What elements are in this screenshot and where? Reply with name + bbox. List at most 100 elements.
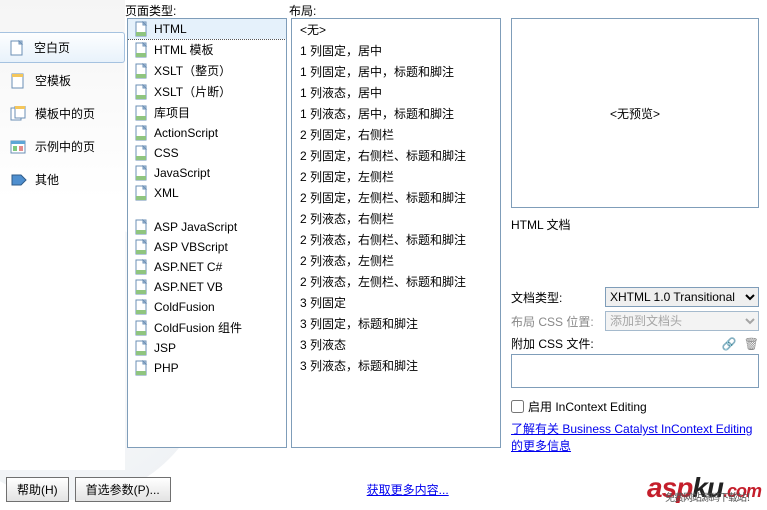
layout-item[interactable]: 3 列固定 [292, 292, 500, 313]
layout-item[interactable]: 1 列液态，居中，标题和脚注 [292, 103, 500, 124]
sidebar-label: 空模板 [35, 72, 71, 89]
csspos-select: 添加到文档头 [605, 311, 759, 331]
page-type-item[interactable]: 库项目 [128, 102, 286, 123]
sidebar-item-page-from-sample[interactable]: 示例中的页 [0, 131, 125, 162]
attach-css-label: 附加 CSS 文件: [511, 335, 717, 352]
page-type-heading: 页面类型: [125, 2, 176, 19]
file-icon [134, 21, 150, 37]
preview-text: <无预览> [610, 105, 660, 122]
page-type-item[interactable]: ASP JavaScript [128, 217, 286, 237]
item-label: HTML [154, 22, 187, 36]
category-sidebar: 空白页 空模板 模板中的页 示例中的页 其他 [0, 0, 125, 470]
file-icon [134, 259, 150, 275]
page-type-column: 页面类型: HTML HTML 模板 XSLT（整页） XSLT（片断） 库项目Acti… [125, 0, 289, 470]
watermark: aspku.com 免费网站源码下载站！ [647, 472, 761, 504]
page-type-item[interactable]: ColdFusion 组件 [128, 317, 286, 338]
page-type-item[interactable]: ActionScript [128, 123, 286, 143]
layout-heading: 布局: [289, 2, 316, 19]
page-type-item[interactable]: ASP VBScript [128, 237, 286, 257]
doctype-select[interactable]: XHTML 1.0 Transitional [605, 287, 759, 307]
doctype-label: 文档类型: [511, 289, 605, 306]
page-type-item[interactable]: PHP [128, 358, 286, 378]
layout-item[interactable]: 2 列液态，右侧栏、标题和脚注 [292, 229, 500, 250]
item-label: ASP VBScript [154, 240, 228, 254]
file-icon [134, 84, 150, 100]
template-icon [9, 73, 29, 89]
tag-icon [9, 172, 29, 188]
page-icon [8, 40, 28, 56]
page-type-item[interactable]: HTML [128, 19, 286, 39]
layout-column: 布局: <无>1 列固定，居中1 列固定，居中，标题和脚注1 列液态，居中1 列… [289, 0, 503, 470]
incontext-label: 启用 InContext Editing [528, 398, 647, 415]
item-label: XSLT（片断） [154, 83, 231, 100]
remove-css-icon[interactable]: 🗑 [744, 337, 759, 351]
item-label: ASP.NET C# [154, 260, 222, 274]
page-type-item[interactable]: XSLT（片断） [128, 81, 286, 102]
item-label: CSS [154, 146, 179, 160]
layout-item[interactable]: <无> [292, 19, 500, 40]
main-area: 空白页 空模板 模板中的页 示例中的页 其他 页面类型: [0, 0, 767, 470]
incontext-row: 启用 InContext Editing [511, 398, 759, 415]
item-label: JavaScript [154, 166, 210, 180]
attach-css-box[interactable] [511, 354, 759, 388]
incontext-learn-more-link[interactable]: 了解有关 Business Catalyst InContext Editing… [511, 421, 759, 455]
item-label: XSLT（整页） [154, 62, 231, 79]
file-icon [134, 105, 150, 121]
page-type-item[interactable]: CSS [128, 143, 286, 163]
page-type-item[interactable]: ColdFusion [128, 297, 286, 317]
layout-item[interactable]: 3 列液态 [292, 334, 500, 355]
layout-item[interactable]: 2 列固定，右侧栏、标题和脚注 [292, 145, 500, 166]
file-icon [134, 125, 150, 141]
layout-item[interactable]: 1 列液态，居中 [292, 82, 500, 103]
item-label: ASP JavaScript [154, 220, 237, 234]
file-icon [134, 239, 150, 255]
layout-item[interactable]: 3 列固定，标题和脚注 [292, 313, 500, 334]
file-icon [134, 299, 150, 315]
sidebar-item-blank-page[interactable]: 空白页 [0, 32, 125, 63]
file-icon [134, 320, 150, 336]
page-type-item[interactable]: JSP [128, 338, 286, 358]
item-label: ColdFusion 组件 [154, 319, 242, 336]
page-type-item[interactable]: ASP.NET VB [128, 277, 286, 297]
get-more-link[interactable]: 获取更多内容... [367, 481, 449, 498]
page-type-item[interactable]: HTML 模板 [128, 39, 286, 60]
page-type-item[interactable]: XML [128, 183, 286, 203]
layout-item[interactable]: 2 列液态，左侧栏、标题和脚注 [292, 271, 500, 292]
page-type-item[interactable]: ASP.NET C# [128, 257, 286, 277]
layout-item[interactable]: 2 列固定，左侧栏、标题和脚注 [292, 187, 500, 208]
layout-item[interactable]: 3 列液态，标题和脚注 [292, 355, 500, 376]
sidebar-item-page-from-template[interactable]: 模板中的页 [0, 98, 125, 129]
file-icon [134, 42, 150, 58]
sidebar-item-blank-template[interactable]: 空模板 [0, 65, 125, 96]
item-label: PHP [154, 361, 179, 375]
item-label: XML [154, 186, 179, 200]
file-icon [134, 63, 150, 79]
file-icon [134, 185, 150, 201]
csspos-row: 布局 CSS 位置: 添加到文档头 [511, 311, 759, 331]
sidebar-item-other[interactable]: 其他 [0, 164, 125, 195]
template-page-icon [9, 106, 29, 122]
link-css-icon[interactable]: 🔗 [721, 337, 736, 351]
layout-list[interactable]: <无>1 列固定，居中1 列固定，居中，标题和脚注1 列液态，居中1 列液态，居… [291, 18, 501, 448]
file-icon [134, 360, 150, 376]
page-type-item[interactable]: XSLT（整页） [128, 60, 286, 81]
layout-item[interactable]: 1 列固定，居中，标题和脚注 [292, 61, 500, 82]
sidebar-label: 示例中的页 [35, 138, 95, 155]
file-icon [134, 340, 150, 356]
page-type-list[interactable]: HTML HTML 模板 XSLT（整页） XSLT（片断） 库项目ActionScri… [127, 18, 287, 448]
layout-item[interactable]: 2 列液态，右侧栏 [292, 208, 500, 229]
page-type-item[interactable]: JavaScript [128, 163, 286, 183]
incontext-checkbox[interactable] [511, 400, 524, 413]
sidebar-label: 其他 [35, 171, 59, 188]
layout-item[interactable]: 2 列固定，左侧栏 [292, 166, 500, 187]
item-label: JSP [154, 341, 176, 355]
layout-item[interactable]: 2 列液态，左侧栏 [292, 250, 500, 271]
item-label: ASP.NET VB [154, 280, 223, 294]
right-panel: <无预览> HTML 文档 文档类型: XHTML 1.0 Transition… [503, 0, 767, 470]
preferences-button[interactable]: 首选参数(P)... [75, 477, 171, 502]
layout-item[interactable]: 2 列固定，右侧栏 [292, 124, 500, 145]
help-button[interactable]: 帮助(H) [6, 477, 69, 502]
attach-css-row: 附加 CSS 文件: 🔗 🗑 [511, 335, 759, 352]
layout-item[interactable]: 1 列固定，居中 [292, 40, 500, 61]
doc-description: HTML 文档 [511, 216, 759, 233]
